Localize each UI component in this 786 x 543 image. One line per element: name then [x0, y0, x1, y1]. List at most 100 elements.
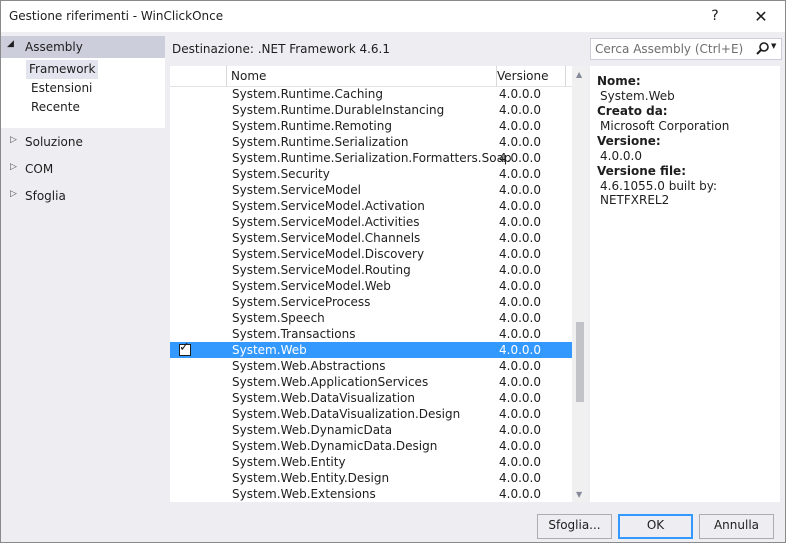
table-row[interactable]: System.Web.Abstractions 4.0.0.0 — [170, 358, 572, 374]
destination-label: Destinazione: .NET Framework 4.6.1 — [172, 42, 390, 56]
subcategory-framework[interactable]: Framework — [26, 60, 99, 79]
row-version: 4.0.0.0 — [499, 375, 541, 389]
table-row[interactable]: System.Runtime.Caching 4.0.0.0 — [170, 86, 572, 102]
cancel-button[interactable]: Annulla — [699, 514, 774, 539]
table-row[interactable]: System.Web.DataVisualization.Design 4.0.0… — [170, 406, 572, 422]
table-row[interactable]: System.Web.Extensions 4.0.0.0 — [170, 486, 572, 502]
assembly-rows: System.Runtime.Caching 4.0.0.0 System.Runt… — [170, 86, 572, 502]
subcategory-extensions[interactable]: Estensioni — [29, 79, 94, 98]
reference-manager-window: Gestione riferimenti - WinClickOnce ? ✕ … — [0, 0, 786, 543]
header-name[interactable]: Nome — [227, 66, 497, 86]
table-row[interactable]: System.Web.DataVisualization 4.0.0.0 — [170, 390, 572, 406]
scroll-up-icon[interactable]: ▲ — [576, 70, 582, 79]
row-version: 4.0.0.0 — [499, 103, 541, 117]
close-button[interactable]: ✕ — [738, 1, 784, 32]
row-version: 4.0.0.0 — [499, 151, 541, 165]
row-name: System.Runtime.DurableInstancing — [232, 103, 445, 117]
category-browse[interactable]: ▷ Sfoglia — [1, 186, 165, 206]
row-version: 4.0.0.0 — [499, 455, 541, 469]
table-row[interactable]: System.ServiceModel 4.0.0.0 — [170, 182, 572, 198]
table-row[interactable]: System.Runtime.Serialization.Formatters.… — [170, 150, 572, 166]
row-name: System.Web.Abstractions — [232, 359, 386, 373]
row-name: System.Web.ApplicationServices — [232, 375, 429, 389]
table-row[interactable]: System.Runtime.Serialization 4.0.0.0 — [170, 134, 572, 150]
details-panel: Nome: System.Web Creato da: Microsoft Co… — [590, 66, 780, 502]
table-row[interactable]: System.ServiceModel.Channels 4.0.0.0 — [170, 230, 572, 246]
category-solution[interactable]: ▷ Soluzione — [1, 132, 165, 152]
row-version: 4.0.0.0 — [499, 327, 541, 341]
row-version: 4.0.0.0 — [499, 391, 541, 405]
search-dropdown-icon[interactable]: ▼ — [771, 42, 776, 50]
search-box[interactable]: Cerca Assembly (Ctrl+E) ▼ — [590, 38, 782, 60]
row-version: 4.0.0.0 — [499, 407, 541, 421]
row-name: System.ServiceModel.Routing — [232, 263, 411, 277]
table-row[interactable]: System.Web.DynamicData 4.0.0.0 — [170, 422, 572, 438]
category-assembly-label: Assembly — [25, 40, 83, 54]
row-name: System.Speech — [232, 311, 325, 325]
table-row[interactable]: System.Speech 4.0.0.0 — [170, 310, 572, 326]
detail-file-version-label: Versione file: — [597, 164, 686, 178]
table-row[interactable]: System.ServiceModel.Routing 4.0.0.0 — [170, 262, 572, 278]
row-name: System.ServiceModel — [232, 183, 361, 197]
row-name: System.ServiceProcess — [232, 295, 371, 309]
row-version: 4.0.0.0 — [499, 231, 541, 245]
table-row[interactable]: System.Web.Entity 4.0.0.0 — [170, 454, 572, 470]
title-bar: Gestione riferimenti - WinClickOnce ? ✕ — [1, 1, 785, 32]
table-row[interactable]: System.Web.ApplicationServices 4.0.0.0 — [170, 374, 572, 390]
table-row[interactable]: System.ServiceModel.Discovery 4.0.0.0 — [170, 246, 572, 262]
window-title: Gestione riferimenti - WinClickOnce — [9, 9, 224, 23]
help-button[interactable]: ? — [692, 1, 738, 32]
row-version: 4.0.0.0 — [499, 247, 541, 261]
category-browse-label: Sfoglia — [25, 189, 66, 203]
row-name: System.Web.DataVisualization.Design — [232, 407, 461, 421]
row-version: 4.0.0.0 — [499, 471, 541, 485]
row-version: 4.0.0.0 — [499, 263, 541, 277]
collapsed-triangle-icon: ▷ — [10, 189, 17, 199]
table-row[interactable]: System.Web.DynamicData.Design 4.0.0.0 — [170, 438, 572, 454]
row-version: 4.0.0.0 — [499, 343, 541, 357]
row-version: 4.0.0.0 — [499, 199, 541, 213]
header-check-column[interactable] — [170, 66, 227, 86]
row-version: 4.0.0.0 — [499, 87, 541, 101]
detail-version-value: 4.0.0.0 — [600, 149, 642, 163]
expanded-triangle-icon: ◢ — [7, 39, 14, 49]
assembly-subcategories: Framework Estensioni Recente — [1, 58, 165, 128]
row-version: 4.0.0.0 — [499, 183, 541, 197]
row-name: System.ServiceModel.Web — [232, 279, 391, 293]
category-solution-label: Soluzione — [25, 135, 83, 149]
search-icon[interactable] — [754, 40, 772, 57]
row-name: System.Security — [232, 167, 330, 181]
row-version: 4.0.0.0 — [499, 215, 541, 229]
row-name: System.Web.Entity — [232, 455, 346, 469]
scrollbar-thumb[interactable] — [576, 322, 584, 402]
browse-button[interactable]: Sfoglia... — [537, 514, 612, 539]
row-version: 4.0.0.0 — [499, 135, 541, 149]
table-row[interactable]: System.ServiceModel.Web 4.0.0.0 — [170, 278, 572, 294]
vertical-scrollbar[interactable]: ▲ ▼ — [572, 66, 588, 502]
ok-button[interactable]: OK — [618, 514, 693, 539]
collapsed-triangle-icon: ▷ — [10, 135, 17, 145]
row-name: System.ServiceModel.Activities — [232, 215, 420, 229]
table-row[interactable]: System.Transactions 4.0.0.0 — [170, 326, 572, 342]
row-version: 4.0.0.0 — [499, 423, 541, 437]
search-input[interactable]: Cerca Assembly (Ctrl+E) — [595, 42, 743, 56]
table-row[interactable]: System.Runtime.Remoting 4.0.0.0 — [170, 118, 572, 134]
row-name: System.Web.Entity.Design — [232, 471, 390, 485]
category-assembly[interactable]: ◢ Assembly — [1, 36, 165, 58]
table-row[interactable]: System.Web.Entity.Design 4.0.0.0 — [170, 470, 572, 486]
table-row[interactable]: System.ServiceModel.Activation 4.0.0.0 — [170, 198, 572, 214]
table-row[interactable]: ✓ System.Web 4.0.0.0 — [170, 340, 572, 358]
header-version[interactable]: Versione — [493, 66, 566, 86]
category-com-label: COM — [25, 162, 54, 176]
table-row[interactable]: System.Runtime.DurableInstancing 4.0.0.0 — [170, 102, 572, 118]
table-row[interactable]: System.ServiceModel.Activities 4.0.0.0 — [170, 214, 572, 230]
detail-created-label: Creato da: — [597, 104, 668, 118]
detail-file-version-value: 4.6.1055.0 built by: NETFXREL2 — [600, 179, 717, 207]
row-version: 4.0.0.0 — [499, 487, 541, 501]
subcategory-recent[interactable]: Recente — [29, 98, 82, 117]
scroll-down-icon[interactable]: ▼ — [576, 490, 582, 499]
category-com[interactable]: ▷ COM — [1, 159, 165, 179]
table-row[interactable]: System.ServiceProcess 4.0.0.0 — [170, 294, 572, 310]
table-row[interactable]: System.Security 4.0.0.0 — [170, 166, 572, 182]
row-version: 4.0.0.0 — [499, 439, 541, 453]
